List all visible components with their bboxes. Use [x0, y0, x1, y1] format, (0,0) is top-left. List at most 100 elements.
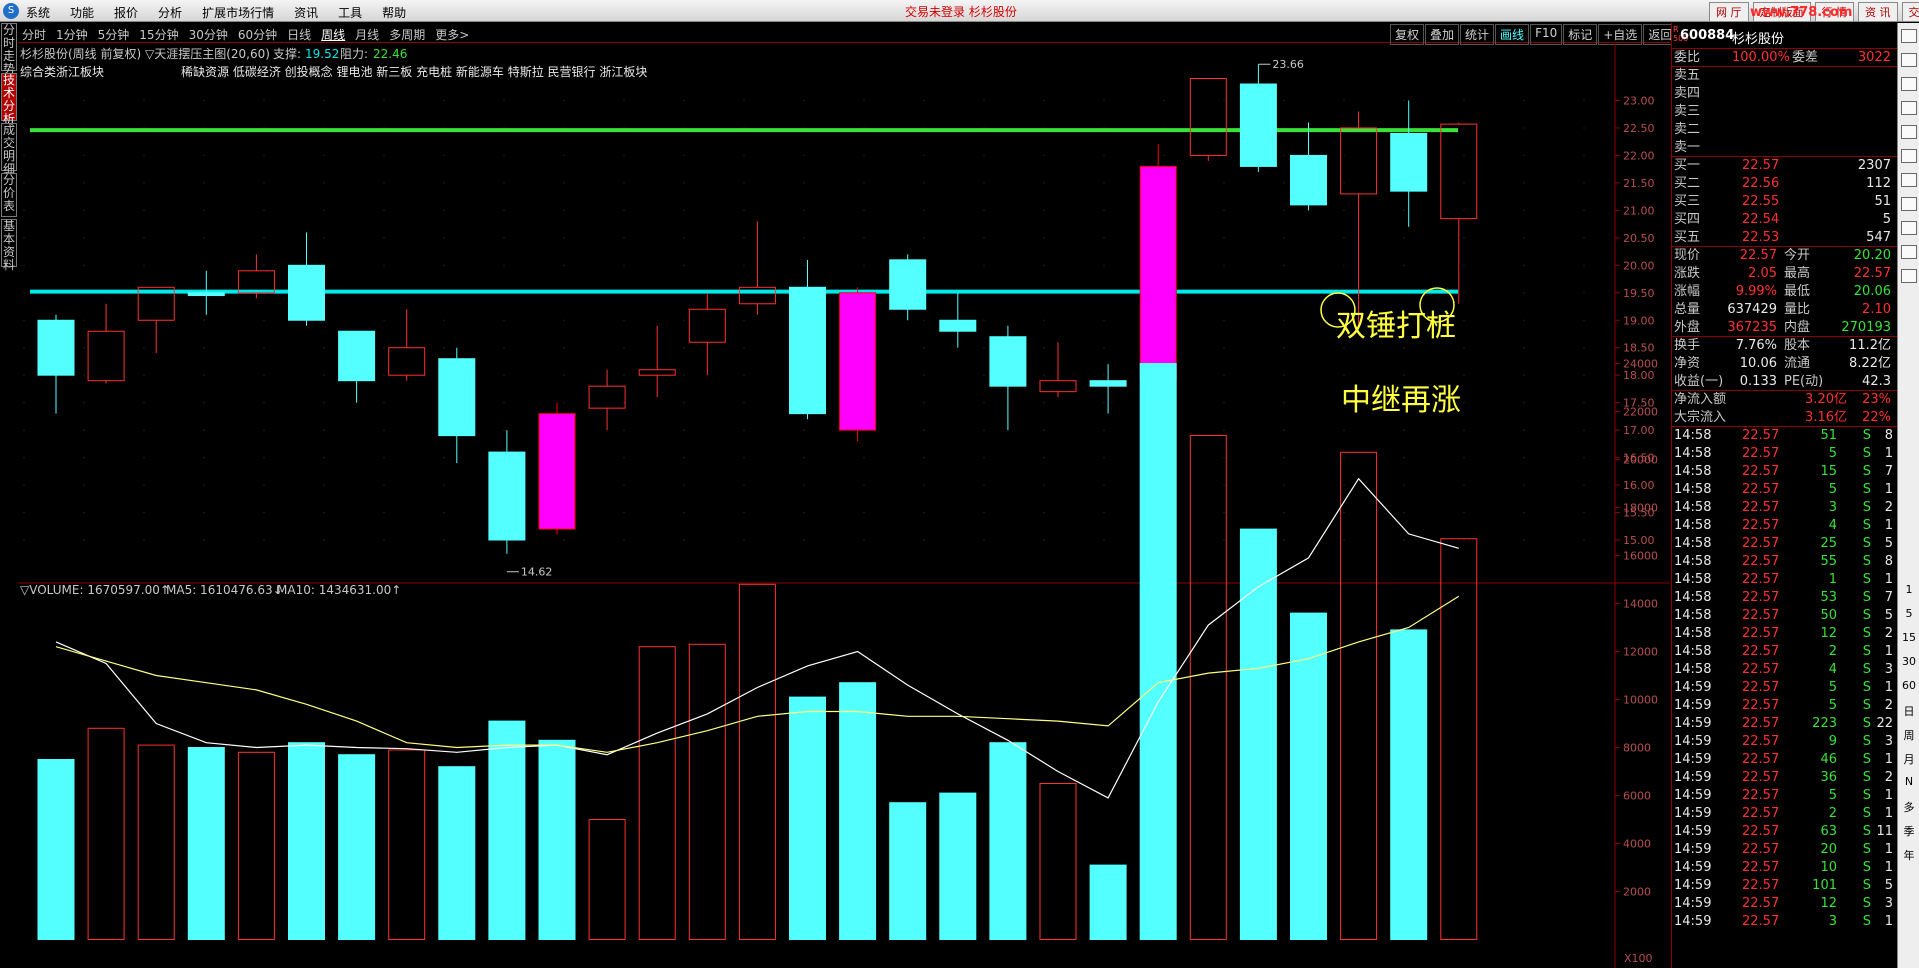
volume-bar[interactable] [388, 749, 426, 941]
tool-button-0[interactable]: 复权 [1390, 24, 1425, 45]
volume-bar[interactable] [87, 727, 125, 940]
period-shortcut-5[interactable]: 日 [1898, 703, 1919, 719]
volume-bar[interactable] [237, 751, 275, 940]
tool-icon[interactable] [1901, 101, 1917, 115]
candle-body[interactable] [538, 413, 576, 530]
top-button-4[interactable]: 交 易 [1901, 2, 1919, 22]
candle-body[interactable] [488, 451, 526, 541]
kline-chart[interactable]: 23.00 22.50 22.00 21.50 21.00 20.50 20.00 19.50… [18, 44, 1670, 968]
period-shortcut-8[interactable]: N [1898, 775, 1919, 788]
app-logo-icon[interactable]: S [3, 3, 19, 19]
candle-body[interactable] [1440, 123, 1478, 220]
left-tab-0[interactable]: 分时走势 [1, 23, 17, 76]
top-button-3[interactable]: 资 讯 [1858, 2, 1898, 22]
volume-bar[interactable] [1390, 629, 1428, 941]
tool-icon[interactable] [1901, 245, 1917, 259]
candle-body[interactable] [839, 292, 877, 431]
period-shortcut-6[interactable]: 周 [1898, 727, 1919, 743]
left-tab-1[interactable]: 技术分析 [1, 73, 17, 126]
tool-icon[interactable] [1901, 53, 1917, 67]
period-shortcut-10[interactable]: 季 [1898, 823, 1919, 839]
tool-button-1[interactable]: 叠加 [1425, 24, 1460, 45]
volume-bar[interactable] [1039, 783, 1077, 940]
volume-bar[interactable] [288, 742, 325, 941]
period-shortcut-1[interactable]: 5 [1898, 607, 1919, 620]
candle-body[interactable] [939, 319, 977, 332]
menu-2[interactable]: 报价 [114, 4, 138, 21]
candle-body[interactable] [1189, 78, 1227, 156]
period-tab-0[interactable]: 分时 [22, 26, 46, 43]
left-tab-3[interactable]: 分价表 [1, 173, 17, 217]
candle-body[interactable] [87, 330, 125, 382]
candle-body[interactable] [1340, 127, 1378, 195]
tool-button-5[interactable]: 标记 [1563, 24, 1598, 45]
volume-bar[interactable] [1440, 538, 1478, 940]
volume-bar[interactable] [989, 742, 1027, 941]
tool-icon[interactable] [1901, 149, 1917, 163]
candle-body[interactable] [1089, 380, 1127, 387]
period-tab-10[interactable]: 更多> [435, 26, 469, 43]
period-shortcut-2[interactable]: 15 [1898, 631, 1919, 644]
candle-body[interactable] [288, 264, 325, 321]
period-tab-7[interactable]: 周线 [321, 26, 345, 43]
volume-bar[interactable] [37, 759, 75, 940]
menu-3[interactable]: 分析 [158, 4, 182, 21]
tool-icon[interactable] [1901, 197, 1917, 211]
period-shortcut-3[interactable]: 30 [1898, 655, 1919, 668]
candle-body[interactable] [889, 259, 927, 310]
left-tab-2[interactable]: 成交明细 [1, 123, 17, 176]
volume-bar[interactable] [1189, 435, 1227, 940]
volume-bar[interactable] [738, 583, 776, 940]
volume-bar[interactable] [187, 747, 225, 940]
menu-0[interactable]: 系统 [26, 4, 50, 21]
period-shortcut-4[interactable]: 60 [1898, 679, 1919, 692]
candle-body[interactable] [37, 319, 75, 376]
volume-bar[interactable] [1089, 864, 1127, 940]
candle-body[interactable] [338, 330, 376, 382]
tool-button-6[interactable]: +自选 [1598, 24, 1643, 45]
tool-icon[interactable] [1901, 173, 1917, 187]
tool-icon[interactable] [1901, 29, 1917, 43]
volume-bar[interactable] [1139, 363, 1177, 940]
tool-icon[interactable] [1901, 77, 1917, 91]
volume-bar[interactable] [839, 682, 877, 940]
volume-bar[interactable] [638, 646, 676, 940]
candle-body[interactable] [789, 286, 826, 415]
period-tab-3[interactable]: 15分钟 [139, 26, 178, 43]
candle-body[interactable] [588, 385, 626, 409]
tool-icon[interactable] [1901, 221, 1917, 235]
tool-button-2[interactable]: 统计 [1460, 24, 1495, 45]
volume-bar[interactable] [588, 819, 626, 940]
candle-body[interactable] [187, 292, 225, 297]
volume-bar[interactable] [338, 754, 376, 941]
candle-body[interactable] [1290, 154, 1327, 206]
candle-body[interactable] [1239, 83, 1277, 167]
period-shortcut-0[interactable]: 1 [1898, 583, 1919, 596]
volume-bar[interactable] [438, 766, 476, 941]
volume-bar[interactable] [789, 696, 826, 940]
menu-6[interactable]: 工具 [338, 4, 362, 21]
menu-4[interactable]: 扩展市场行情 [202, 4, 274, 21]
period-shortcut-11[interactable]: 年 [1898, 847, 1919, 863]
period-shortcut-7[interactable]: 月 [1898, 751, 1919, 767]
candle-body[interactable] [1039, 380, 1077, 393]
period-tab-5[interactable]: 60分钟 [238, 26, 277, 43]
candle-body[interactable] [989, 336, 1027, 387]
period-tab-4[interactable]: 30分钟 [189, 26, 228, 43]
candle-body[interactable] [388, 347, 426, 376]
period-tab-9[interactable]: 多周期 [389, 26, 425, 43]
candle-body[interactable] [438, 358, 476, 437]
volume-bar[interactable] [1340, 451, 1378, 940]
candle-body[interactable] [1390, 132, 1428, 192]
top-button-0[interactable]: 网 厅 [1709, 2, 1749, 22]
volume-bar[interactable] [1290, 612, 1327, 940]
period-shortcut-9[interactable]: 多 [1898, 799, 1919, 815]
period-tab-8[interactable]: 月线 [355, 26, 379, 43]
period-tab-2[interactable]: 5分钟 [98, 26, 130, 43]
menu-1[interactable]: 功能 [70, 4, 94, 21]
volume-bar[interactable] [137, 744, 175, 940]
menu-7[interactable]: 帮助 [382, 4, 406, 21]
volume-bar[interactable] [939, 792, 977, 940]
volume-bar[interactable] [1239, 528, 1277, 940]
candle-body[interactable] [688, 308, 726, 343]
